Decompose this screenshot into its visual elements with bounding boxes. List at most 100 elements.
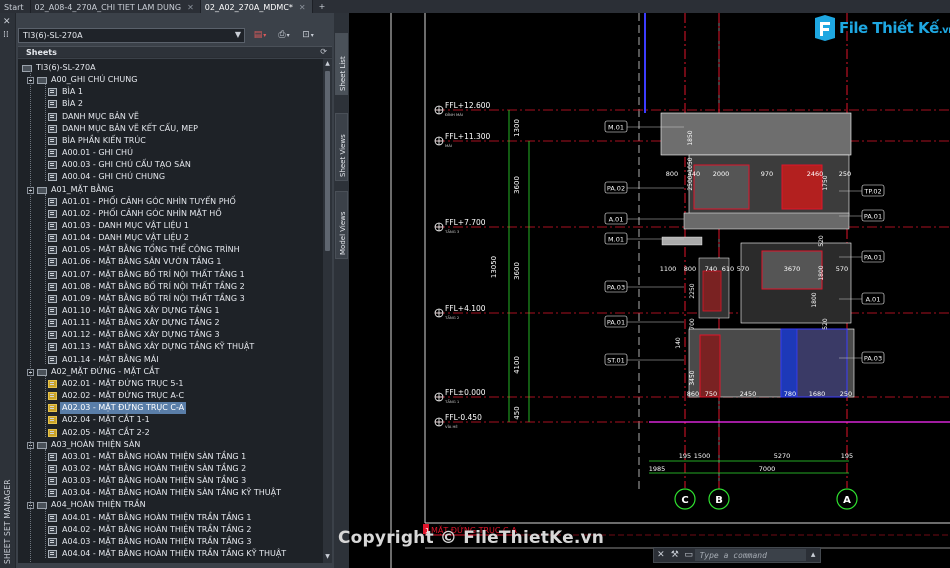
dimension-text: 1800 — [818, 265, 825, 280]
tree-sheet[interactable]: A04.03 - MẶT BẰNG HOÀN THIỆN TRẦN TẦNG 3 — [18, 536, 323, 548]
tree-sheet[interactable]: A03.01 - MẶT BẰNG HOÀN THIỆN SÀN TẦNG 1 — [18, 451, 323, 463]
dimension-text: 3600 — [513, 262, 521, 280]
tree-item-label: A03.02 - MẶT BẰNG HOÀN THIỆN SÀN TẦNG 2 — [62, 463, 247, 473]
tree-sheet[interactable]: A04.01 - MẶT BẰNG HOÀN THIỆN TRẦN TẦNG 1 — [18, 512, 323, 524]
plot-icon[interactable]: ⎙ ▾ — [275, 28, 293, 42]
dimension-text: 195 — [679, 452, 691, 460]
tree-sheet[interactable]: A01.02 - PHỐI CẢNH GÓC NHÌN MẶT HỒ — [18, 208, 323, 220]
sheet-icon — [48, 537, 57, 546]
sheet-icon — [48, 270, 57, 279]
close-tab-icon[interactable]: ✕ — [299, 3, 306, 12]
tree-subset[interactable]: A00_GHI CHÚ CHUNG — [18, 74, 323, 86]
command-input[interactable] — [695, 549, 807, 561]
dimension-text: 2460 — [807, 170, 824, 178]
tree-item-label: BÌA PHẦN KIẾN TRÚC — [62, 135, 146, 145]
watermark-logo: File Thiết Kế.vn — [812, 14, 950, 44]
tree-root[interactable]: TI3(6)-SL-270A — [18, 62, 323, 74]
chevron-up-icon[interactable]: ▴ — [806, 548, 820, 562]
tree-sheet[interactable]: A02.02 - MẶT ĐỨNG TRỤC A-C — [18, 390, 323, 402]
tree-sheet[interactable]: BÌA 2 — [18, 98, 323, 110]
sheet-icon — [48, 307, 57, 315]
sheet-tools-icon[interactable]: ⊡ ▾ — [299, 28, 317, 42]
scroll-up-icon[interactable]: ▲ — [324, 60, 331, 69]
new-tab-icon[interactable]: + — [313, 0, 332, 13]
chevron-down-icon[interactable]: ▼ — [235, 30, 241, 39]
tree-sheet[interactable]: A02.04 - MẶT CẮT 1-1 — [18, 414, 323, 426]
tree-sheet[interactable]: DANH MỤC BẢN VẼ — [18, 111, 323, 123]
command-prompt-icon[interactable]: ▭ — [682, 548, 696, 562]
sheet-icon — [48, 149, 57, 158]
scroll-down-icon[interactable]: ▼ — [324, 553, 331, 562]
tree-sheet[interactable]: A00.04 - GHI CHÚ CHUNG — [18, 171, 323, 183]
dimension-text: 520 — [822, 318, 829, 330]
tree-subset[interactable]: A04_HOÀN THIỆN TRẦN — [18, 499, 323, 511]
tree-sheet[interactable]: BÌA 1 — [18, 86, 323, 98]
tab-1[interactable]: 02_A08-4_270A_CHI TIET LAM DUNG ✕ — [31, 0, 201, 13]
tree-sheet[interactable]: A01.09 - MẶT BẰNG BỐ TRÍ NỘI THẤT TẦNG 3 — [18, 293, 323, 305]
refresh-icon[interactable]: ⟳ — [320, 47, 327, 56]
tree-sheet[interactable]: A01.01 - PHỐI CẢNH GÓC NHÌN TUYẾN PHỐ — [18, 196, 323, 208]
tree-sheet[interactable]: A03.02 - MẶT BẰNG HOÀN THIỆN SÀN TẦNG 2 — [18, 463, 323, 475]
dimension-text: 13050 — [490, 256, 498, 278]
tree-sheet[interactable]: A01.06 - MẶT BẰNG SÂN VƯỜN TẦNG 1 — [18, 256, 323, 268]
tab-2[interactable]: 02_A02_270A_MDMC* ✕ — [200, 0, 313, 13]
wrench-icon[interactable]: ⚒ — [668, 548, 682, 562]
tree-item-label: A04.04 - MẶT BẰNG HOÀN THIỆN TRẦN TẦNG K… — [62, 549, 287, 558]
level-sublabel: MÁI — [445, 143, 452, 148]
level-sublabel: ĐỈNH MÁI — [445, 112, 463, 117]
sheet-icon — [48, 464, 57, 473]
tree-sheet[interactable]: A01.10 - MẶT BẰNG XÂY DỰNG TẦNG 1 — [18, 305, 323, 317]
tree-sheet[interactable]: A00.03 - GHI CHÚ CẤU TẠO SÀN — [18, 159, 323, 171]
tab-0[interactable]: Start — [0, 0, 31, 13]
sheet-tree[interactable]: TI3(6)-SL-270A A00_GHI CHÚ CHUNG BÌA 1 BÌA … — [18, 59, 323, 563]
folder-icon — [37, 502, 47, 510]
tab-sheet-list[interactable]: Sheet List — [335, 33, 348, 95]
tree-sheet[interactable]: A01.08 - MẶT BẰNG BỐ TRÍ NỘI THẤT TẦNG 2 — [18, 281, 323, 293]
tree-sheet[interactable]: A01.04 - DANH MỤC VẬT LIỆU 2 — [18, 232, 323, 244]
properties-icon[interactable]: ⁞⁞ — [3, 30, 9, 40]
tree-sheet[interactable]: A01.14 - MẶT BẰNG MÁI — [18, 354, 323, 366]
tree-sheet[interactable]: DANH MỤC BẢN VẼ KẾT CẤU, MEP — [18, 123, 323, 135]
tree-item-label: A00_GHI CHÚ CHUNG — [51, 75, 138, 85]
tree-subset[interactable]: A01_MẶT BẰNG — [18, 184, 323, 196]
tree-sheet[interactable]: BÌA PHẦN KIẾN TRÚC — [18, 135, 323, 147]
tree-scrollbar[interactable]: ▲ ▼ — [323, 59, 332, 563]
tree-sheet[interactable]: A02.01 - MẶT ĐỨNG TRỤC 5-1 — [18, 378, 323, 390]
tree-subset[interactable]: A03_HOÀN THIỆN SÀN — [18, 439, 323, 451]
tree-sheet[interactable]: A02.03 - MẶT ĐỨNG TRỤC C-A — [18, 402, 323, 415]
sheet-icon — [48, 173, 57, 182]
material-tag-label: PA.02 — [607, 185, 625, 193]
sheet-icon — [48, 392, 57, 401]
tree-sheet[interactable]: A01.12 - MẶT BẰNG XÂY DỰNG TẦNG 3 — [18, 329, 323, 341]
tree-subset[interactable]: A02_MẶT ĐỨNG - MẶT CẮT — [18, 366, 323, 378]
material-tag-label: PA.01 — [864, 213, 882, 221]
tree-sheet[interactable]: A01.11 - MẶT BẰNG XÂY DỰNG TẦNG 2 — [18, 317, 323, 329]
tree-sheet[interactable]: A01.13 - MẶT BẰNG XÂY DỰNG TẦNG KỸ THUẬT — [18, 341, 323, 353]
scrollbar-thumb[interactable] — [325, 71, 330, 251]
dimension-text: 970 — [761, 170, 773, 178]
tree-item-label: A01.02 - PHỐI CẢNH GÓC NHÌN MẶT HỒ — [62, 208, 222, 218]
close-icon[interactable]: ✕ — [654, 548, 668, 562]
tree-sheet[interactable]: A04.02 - MẶT BẰNG HOÀN THIỆN TRẦN TẦNG 2 — [18, 524, 323, 536]
tree-sheet[interactable]: A02.05 - MẶT CẮT 2-2 — [18, 427, 323, 439]
sheet-set-select[interactable]: TI3(6)-SL-270A ▼ — [18, 27, 245, 43]
drawing-canvas[interactable]: FFL+12.600 ĐỈNH MÁI FFL+11.300 MÁI FFL+7.700… — [349, 13, 950, 568]
dimension-text: 2450 — [740, 390, 757, 398]
tree-sheet[interactable]: A04.04 - MẶT BẰNG HOÀN THIỆN TRẦN TẦNG K… — [18, 548, 323, 560]
tab-model-views[interactable]: Model Views — [335, 191, 348, 259]
dimension-text: 4100 — [513, 356, 521, 374]
palette-title-strip[interactable]: ✕ ⁞⁞ SHEET SET MANAGER — [0, 13, 16, 568]
close-tab-icon[interactable]: ✕ — [187, 3, 194, 12]
axis-label: B — [715, 495, 723, 506]
tree-sheet[interactable]: A01.05 - MẶT BẰNG TỔNG THỂ CÔNG TRÌNH — [18, 244, 323, 256]
tree-sheet[interactable]: A00.01 - GHI CHÚ — [18, 147, 323, 159]
publish-icon[interactable]: ▤ ▾ — [251, 28, 269, 42]
tree-sheet[interactable]: A03.03 - MẶT BẰNG HOÀN THIỆN SÀN TẦNG 3 — [18, 475, 323, 487]
close-icon[interactable]: ✕ — [3, 17, 11, 27]
tree-sheet[interactable]: A03.04 - MẶT BẰNG HOÀN THIỆN SÀN TẦNG KỸ… — [18, 487, 323, 499]
tab-sheet-views[interactable]: Sheet Views — [335, 113, 348, 181]
tree-sheet[interactable]: A01.07 - MẶT BẰNG BỐ TRÍ NỘI THẤT TẦNG 1 — [18, 269, 323, 281]
tree-guide-line — [45, 193, 46, 364]
tree-sheet[interactable]: A01.03 - DANH MỤC VẬT LIỆU 1 — [18, 220, 323, 232]
dimension-text: 750 — [705, 390, 717, 398]
